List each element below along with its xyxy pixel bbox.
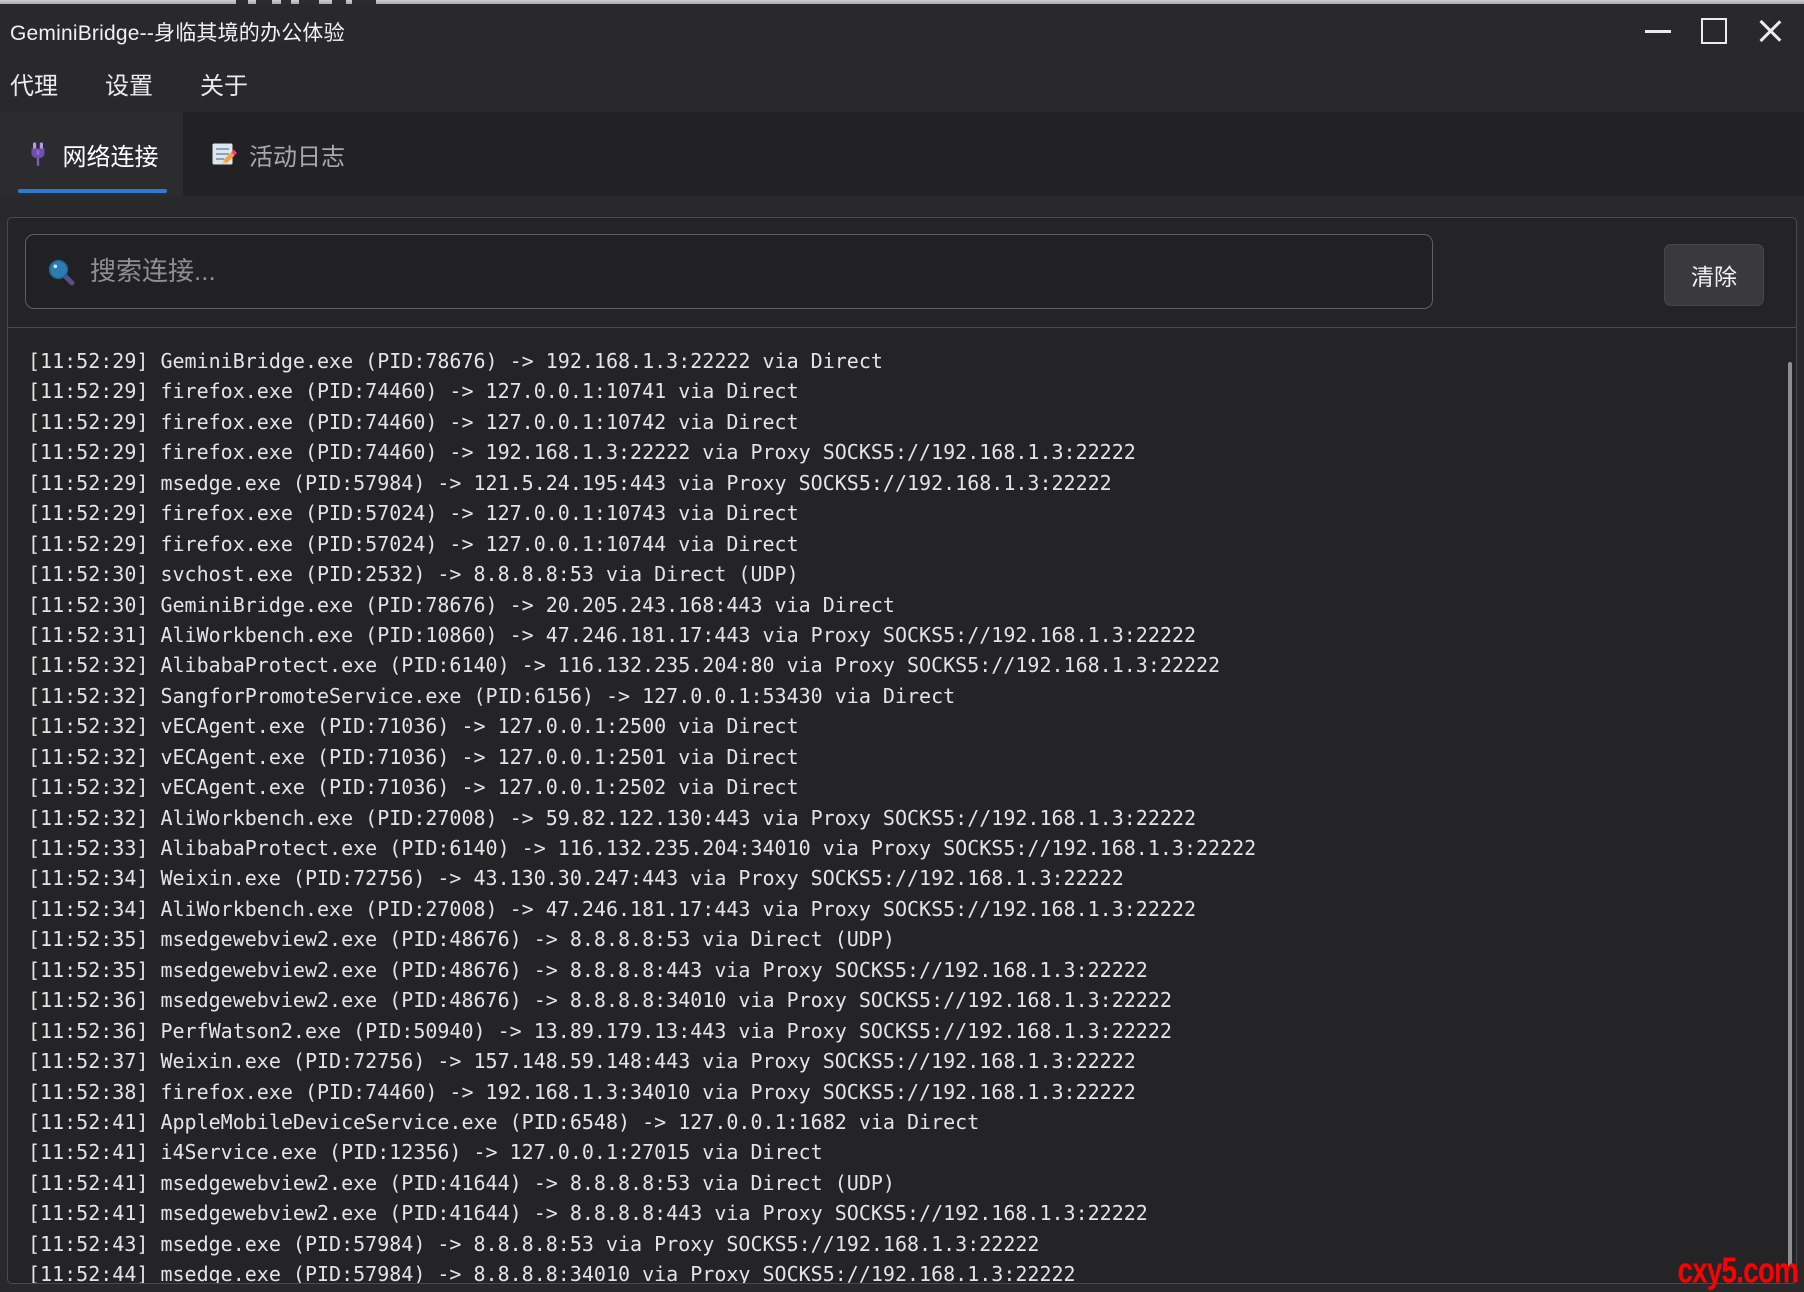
tab-network-connections[interactable]: 网络连接 <box>0 112 183 196</box>
log-line: [11:52:29] GeminiBridge.exe (PID:78676) … <box>28 349 883 373</box>
plug-icon <box>31 142 44 166</box>
memo-pencil-icon <box>212 143 237 165</box>
menu-item-settings[interactable]: 设置 <box>95 60 163 107</box>
minimize-icon <box>1645 29 1671 33</box>
close-button[interactable] <box>1742 10 1798 52</box>
active-tab-underline <box>18 189 167 193</box>
menu-item-about[interactable]: 关于 <box>190 60 258 107</box>
log-line: [11:52:43] msedge.exe (PID:57984) -> 8.8… <box>28 1231 1040 1256</box>
tab-activity-log[interactable]: 活动日志 <box>183 112 385 196</box>
log-line: [11:52:41] msedgewebview2.exe (PID:41644… <box>28 1201 1148 1226</box>
search-box[interactable] <box>25 234 1433 309</box>
log-line: [11:52:32] vECAgent.exe (PID:71036) -> 1… <box>28 775 799 800</box>
tab-label: 网络连接 <box>62 143 159 171</box>
clear-button[interactable]: 清除 <box>1664 244 1764 306</box>
log-line: [11:52:44] msedge.exe (PID:57984) -> 8.8… <box>28 1262 1076 1283</box>
log-line: [11:52:36] PerfWatson2.exe (PID:50940) -… <box>28 1018 1172 1043</box>
menu-bar: 代理 设置 关于 <box>0 56 1804 110</box>
log-line: [11:52:35] msedgewebview2.exe (PID:48676… <box>28 957 1148 982</box>
tab-strip: 网络连接 活动日志 <box>0 112 1804 196</box>
log-line: [11:52:38] firefox.exe (PID:74460) -> 19… <box>28 1079 1136 1104</box>
log-line: [11:52:29] firefox.exe (PID:74460) -> 12… <box>28 409 799 434</box>
tab-label: 活动日志 <box>249 143 345 171</box>
window-controls <box>1630 10 1798 52</box>
maximize-button[interactable] <box>1686 10 1742 52</box>
log-line: [11:52:41] AppleMobileDeviceService.exe … <box>28 1109 980 1134</box>
minimize-button[interactable] <box>1630 10 1686 52</box>
title-bar[interactable]: GeminiBridge--身临其境的办公体验 <box>0 4 1804 56</box>
log-line: [11:52:41] msedgewebview2.exe (PID:41644… <box>28 1170 895 1195</box>
log-line: [11:52:29] msedge.exe (PID:57984) -> 121… <box>28 470 1112 495</box>
search-icon <box>48 259 75 285</box>
log-line: [11:52:32] vECAgent.exe (PID:71036) -> 1… <box>28 744 799 769</box>
log-line: [11:52:31] AliWorkbench.exe (PID:10860) … <box>28 622 1196 647</box>
log-line: [11:52:29] firefox.exe (PID:57024) -> 12… <box>28 531 799 556</box>
log-line: [11:52:35] msedgewebview2.exe (PID:48676… <box>28 927 895 952</box>
log-line: [11:52:41] i4Service.exe (PID:12356) -> … <box>28 1140 823 1165</box>
search-input[interactable] <box>88 255 1432 288</box>
log-line: [11:52:32] SangforPromoteService.exe (PI… <box>28 683 956 708</box>
window-title: GeminiBridge--身临其境的办公体验 <box>10 22 345 45</box>
log-line: [11:52:30] svchost.exe (PID:2532) -> 8.8… <box>28 562 799 587</box>
menu-item-proxy[interactable]: 代理 <box>0 60 68 107</box>
app-window: GeminiBridge--身临其境的办公体验 代理 设置 关于 网络连接 活动… <box>0 0 1804 1292</box>
log-line: [11:52:29] firefox.exe (PID:57024) -> 12… <box>28 501 799 526</box>
log-line: [11:52:34] Weixin.exe (PID:72756) -> 43.… <box>28 866 1124 891</box>
log-line: [11:52:36] msedgewebview2.exe (PID:48676… <box>28 988 1172 1013</box>
log-line: [11:52:34] AliWorkbench.exe (PID:27008) … <box>28 896 1196 921</box>
connection-log[interactable]: [11:52:29] GeminiBridge.exe (PID:78676) … <box>8 328 1796 1283</box>
log-line: [11:52:32] AlibabaProtect.exe (PID:6140)… <box>28 653 1221 678</box>
log-line: [11:52:37] Weixin.exe (PID:72756) -> 157… <box>28 1049 1136 1074</box>
log-line: [11:52:29] firefox.exe (PID:74460) -> 19… <box>28 440 1136 465</box>
log-line: [11:52:32] vECAgent.exe (PID:71036) -> 1… <box>28 714 799 739</box>
connections-panel: 清除 [11:52:29] GeminiBridge.exe (PID:7867… <box>7 217 1797 1284</box>
watermark: cxy5.com <box>1677 1251 1798 1291</box>
log-line: [11:52:29] firefox.exe (PID:74460) -> 12… <box>28 379 799 404</box>
scrollbar-thumb[interactable] <box>1788 362 1792 1267</box>
log-line: [11:52:33] AlibabaProtect.exe (PID:6140)… <box>28 836 1257 860</box>
maximize-icon <box>1701 18 1727 44</box>
log-line: [11:52:30] GeminiBridge.exe (PID:78676) … <box>28 592 895 617</box>
close-icon <box>1757 18 1783 44</box>
log-line: [11:52:32] AliWorkbench.exe (PID:27008) … <box>28 805 1196 830</box>
